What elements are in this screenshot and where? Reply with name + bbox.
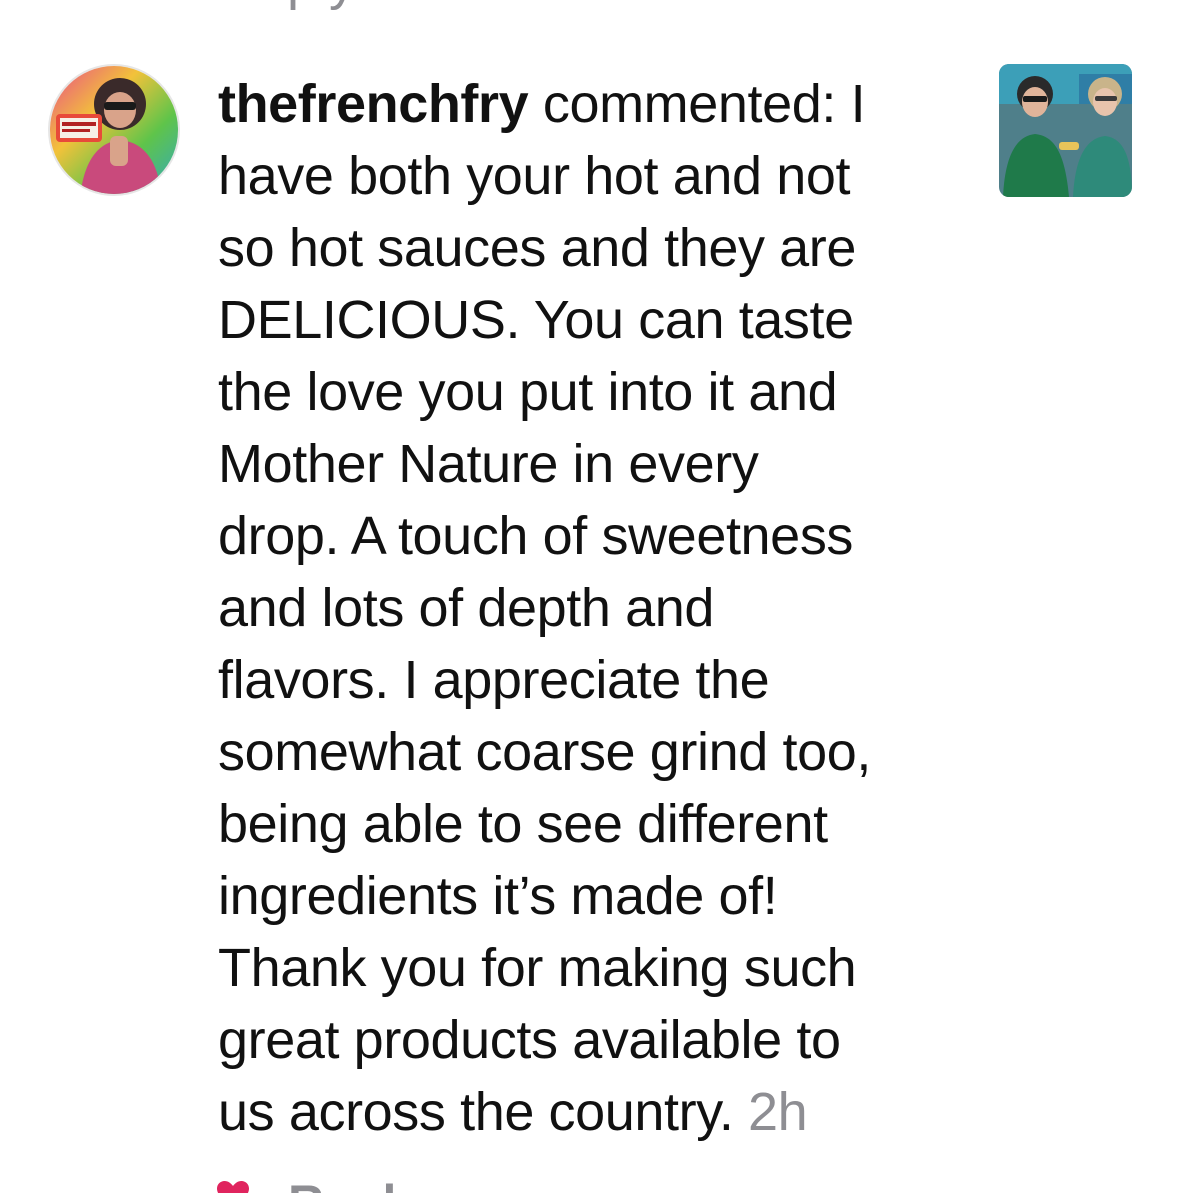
comment-line: the love you put into it and — [218, 362, 838, 422]
reply-button[interactable]: Reply — [288, 1174, 424, 1193]
comment-line: great products available to — [218, 1010, 841, 1070]
comment-text: commented: I — [528, 74, 866, 134]
comment-line: so hot sauces and they are — [218, 218, 857, 278]
comment-line: being able to see different — [218, 794, 828, 854]
previous-comment-fragment: Reply — [0, 0, 1179, 22]
comment-line: ingredients it’s made of! — [218, 866, 778, 926]
comment-body: thefrenchfry commented: I have both your… — [218, 68, 958, 1148]
comment-line: somewhat coarse grind too, — [218, 722, 871, 782]
comment-line: Thank you for making such — [218, 938, 857, 998]
comment-line-last: us across the country. 2h — [218, 1076, 958, 1148]
comment-line: have both your hot and not — [218, 146, 851, 206]
comment-line: flavors. I appreciate the — [218, 650, 770, 710]
heart-icon[interactable] — [216, 1180, 250, 1193]
username-link[interactable]: thefrenchfry — [218, 74, 529, 134]
avatar[interactable] — [48, 64, 180, 196]
comment-line: Mother Nature in every — [218, 434, 759, 494]
post-thumbnail-image — [999, 64, 1132, 197]
comment-line-1: thefrenchfry commented: I — [218, 68, 958, 140]
comment-line: drop. A touch of sweetness — [218, 506, 854, 566]
comment-timestamp: 2h — [748, 1082, 808, 1142]
post-thumbnail[interactable] — [999, 64, 1132, 197]
comment-text: us across the country. — [218, 1082, 749, 1142]
comment-line: and lots of depth and — [218, 578, 715, 638]
avatar-image — [50, 66, 178, 194]
comment-line: DELICIOUS. You can taste — [218, 290, 854, 350]
previous-reply-link[interactable]: Reply — [218, 0, 356, 12]
comment-actions: Reply — [0, 1170, 1179, 1193]
